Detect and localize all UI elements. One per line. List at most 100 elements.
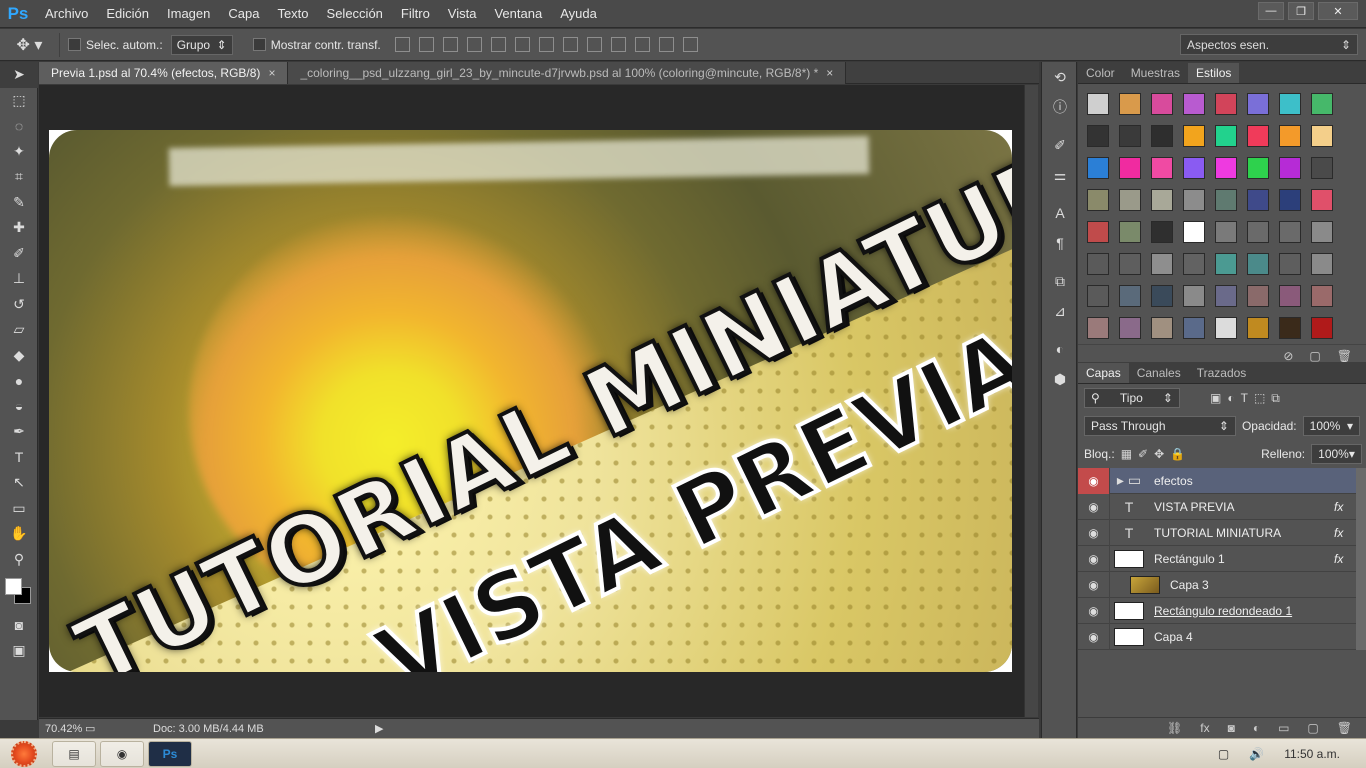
style-swatch[interactable] [1119, 285, 1141, 307]
distribute-bottom-icon[interactable] [586, 37, 602, 52]
auto-select-dropdown[interactable]: Grupo ⇕ [170, 34, 233, 55]
marquee-tool-icon[interactable]: ⬚ [0, 88, 38, 114]
new-group-icon[interactable]: ▭ [1278, 721, 1289, 735]
style-swatch[interactable] [1279, 317, 1301, 339]
style-swatch[interactable] [1151, 317, 1173, 339]
layer-filter-dropdown[interactable]: ⚲ Tipo ⇕ [1084, 388, 1180, 408]
style-swatch[interactable] [1119, 125, 1141, 147]
photoshop-taskbar-button[interactable]: Ps [148, 740, 192, 767]
new-style-icon[interactable]: ▢ [1309, 349, 1320, 363]
minimize-button[interactable]: — [1258, 2, 1284, 20]
menu-capa[interactable]: Capa [219, 0, 268, 28]
info-panel-icon[interactable]: ⓘ [1042, 92, 1078, 122]
filter-pixel-icon[interactable]: ▣ [1210, 391, 1221, 405]
tab-trazados[interactable]: Trazados [1189, 363, 1255, 383]
align-bottom-icon[interactable] [442, 37, 458, 52]
align-top-icon[interactable] [394, 37, 410, 52]
style-swatch[interactable] [1247, 253, 1269, 275]
dodge-tool-icon[interactable]: ◒ [0, 394, 38, 420]
style-swatch[interactable] [1247, 157, 1269, 179]
tool-presets-icon[interactable]: ⊿ [1042, 296, 1078, 326]
auto-align-icon[interactable] [682, 37, 698, 52]
menu-archivo[interactable]: Archivo [36, 0, 97, 28]
tab-muestras[interactable]: Muestras [1123, 63, 1188, 83]
lock-all-icon[interactable]: 🔒 [1170, 447, 1185, 461]
link-layers-icon[interactable]: ⛓ [1167, 721, 1182, 735]
fx-icon[interactable]: fx [1334, 500, 1356, 514]
menu-vista[interactable]: Vista [439, 0, 486, 28]
filter-type-icon[interactable]: T [1241, 391, 1248, 405]
style-swatch[interactable] [1087, 285, 1109, 307]
layer-row[interactable]: ◉ Rectángulo 1 fx [1078, 545, 1366, 572]
style-swatch[interactable] [1311, 317, 1333, 339]
layer-style-icon[interactable]: fx [1200, 721, 1209, 735]
align-vcenter-icon[interactable] [418, 37, 434, 52]
menu-ayuda[interactable]: Ayuda [551, 0, 606, 28]
magic-wand-icon[interactable]: ✦ [0, 139, 38, 165]
align-right-icon[interactable] [514, 37, 530, 52]
lock-pixels-icon[interactable]: ✐ [1138, 447, 1148, 461]
style-swatch[interactable] [1247, 125, 1269, 147]
style-swatch[interactable] [1311, 253, 1333, 275]
distribute-top-icon[interactable] [538, 37, 554, 52]
notification-icon[interactable]: ▢ [1218, 747, 1229, 761]
tab-coloring[interactable]: _coloring__psd_ulzzang_girl_23_by_mincut… [288, 62, 847, 84]
visibility-eye-icon[interactable]: ◉ [1078, 467, 1110, 494]
align-left-icon[interactable] [466, 37, 482, 52]
tab-capas[interactable]: Capas [1078, 363, 1129, 383]
distribute-hcenter-icon[interactable] [634, 37, 650, 52]
history-brush-icon[interactable]: ↺ [0, 292, 38, 318]
quick-mask-icon[interactable]: ◙ [0, 612, 38, 638]
filter-adjust-icon[interactable]: ◐ [1227, 391, 1234, 405]
fx-icon[interactable]: fx [1334, 552, 1356, 566]
tab-previa[interactable]: Previa 1.psd al 70.4% (efectos, RGB/8) × [39, 62, 289, 84]
blend-mode-dropdown[interactable]: Pass Through ⇕ [1084, 416, 1236, 436]
menu-texto[interactable]: Texto [268, 0, 317, 28]
style-swatch[interactable] [1311, 221, 1333, 243]
filter-smart-icon[interactable]: ⧉ [1271, 391, 1280, 406]
clone-stamp-icon[interactable]: ⊥ [0, 266, 38, 292]
move-tool-icon[interactable]: ➤ [0, 62, 38, 88]
style-swatch[interactable] [1247, 285, 1269, 307]
align-hcenter-icon[interactable] [490, 37, 506, 52]
delete-layer-icon[interactable]: 🗑 [1337, 721, 1352, 735]
start-button[interactable] [0, 739, 48, 768]
style-swatch[interactable] [1151, 253, 1173, 275]
foreground-color[interactable] [5, 578, 22, 595]
style-swatch[interactable] [1151, 285, 1173, 307]
style-swatch[interactable] [1119, 157, 1141, 179]
style-swatch[interactable] [1311, 125, 1333, 147]
style-swatch[interactable] [1279, 93, 1301, 115]
visibility-eye-icon[interactable]: ◉ [1078, 597, 1110, 624]
style-swatch[interactable] [1119, 317, 1141, 339]
paint-bucket-icon[interactable]: ◆ [0, 343, 38, 369]
lasso-tool-icon[interactable]: ◌ [0, 113, 38, 139]
style-swatch[interactable] [1151, 125, 1173, 147]
close-button[interactable]: ✕ [1318, 2, 1358, 20]
style-swatch[interactable] [1311, 93, 1333, 115]
menu-edicion[interactable]: Edición [97, 0, 158, 28]
brush-presets-icon[interactable]: ⚌ [1042, 160, 1078, 190]
layer-row[interactable]: ◉ Capa 3 [1078, 571, 1366, 598]
style-swatch[interactable] [1183, 93, 1205, 115]
clock[interactable]: 11:50 a.m. [1284, 747, 1340, 761]
healing-brush-icon[interactable]: ✚ [0, 215, 38, 241]
tab-color[interactable]: Color [1078, 63, 1123, 83]
style-swatch[interactable] [1215, 157, 1237, 179]
workspace-switcher[interactable]: Aspectos esen. ⇕ [1180, 34, 1358, 55]
layers-scrollbar[interactable] [1356, 467, 1366, 494]
style-swatch[interactable] [1119, 253, 1141, 275]
style-swatch[interactable] [1087, 317, 1109, 339]
style-swatch[interactable] [1247, 317, 1269, 339]
firefox-button[interactable]: ◉ [100, 740, 144, 767]
style-swatch[interactable] [1311, 157, 1333, 179]
zoom-level[interactable]: 70.42% [39, 723, 85, 735]
style-swatch[interactable] [1247, 189, 1269, 211]
style-swatch[interactable] [1183, 285, 1205, 307]
style-swatch[interactable] [1151, 157, 1173, 179]
show-transform-checkbox[interactable] [252, 38, 266, 51]
clear-style-icon[interactable]: ⊘ [1283, 349, 1293, 363]
style-swatch[interactable] [1119, 221, 1141, 243]
style-swatch[interactable] [1183, 317, 1205, 339]
menu-ventana[interactable]: Ventana [485, 0, 551, 28]
